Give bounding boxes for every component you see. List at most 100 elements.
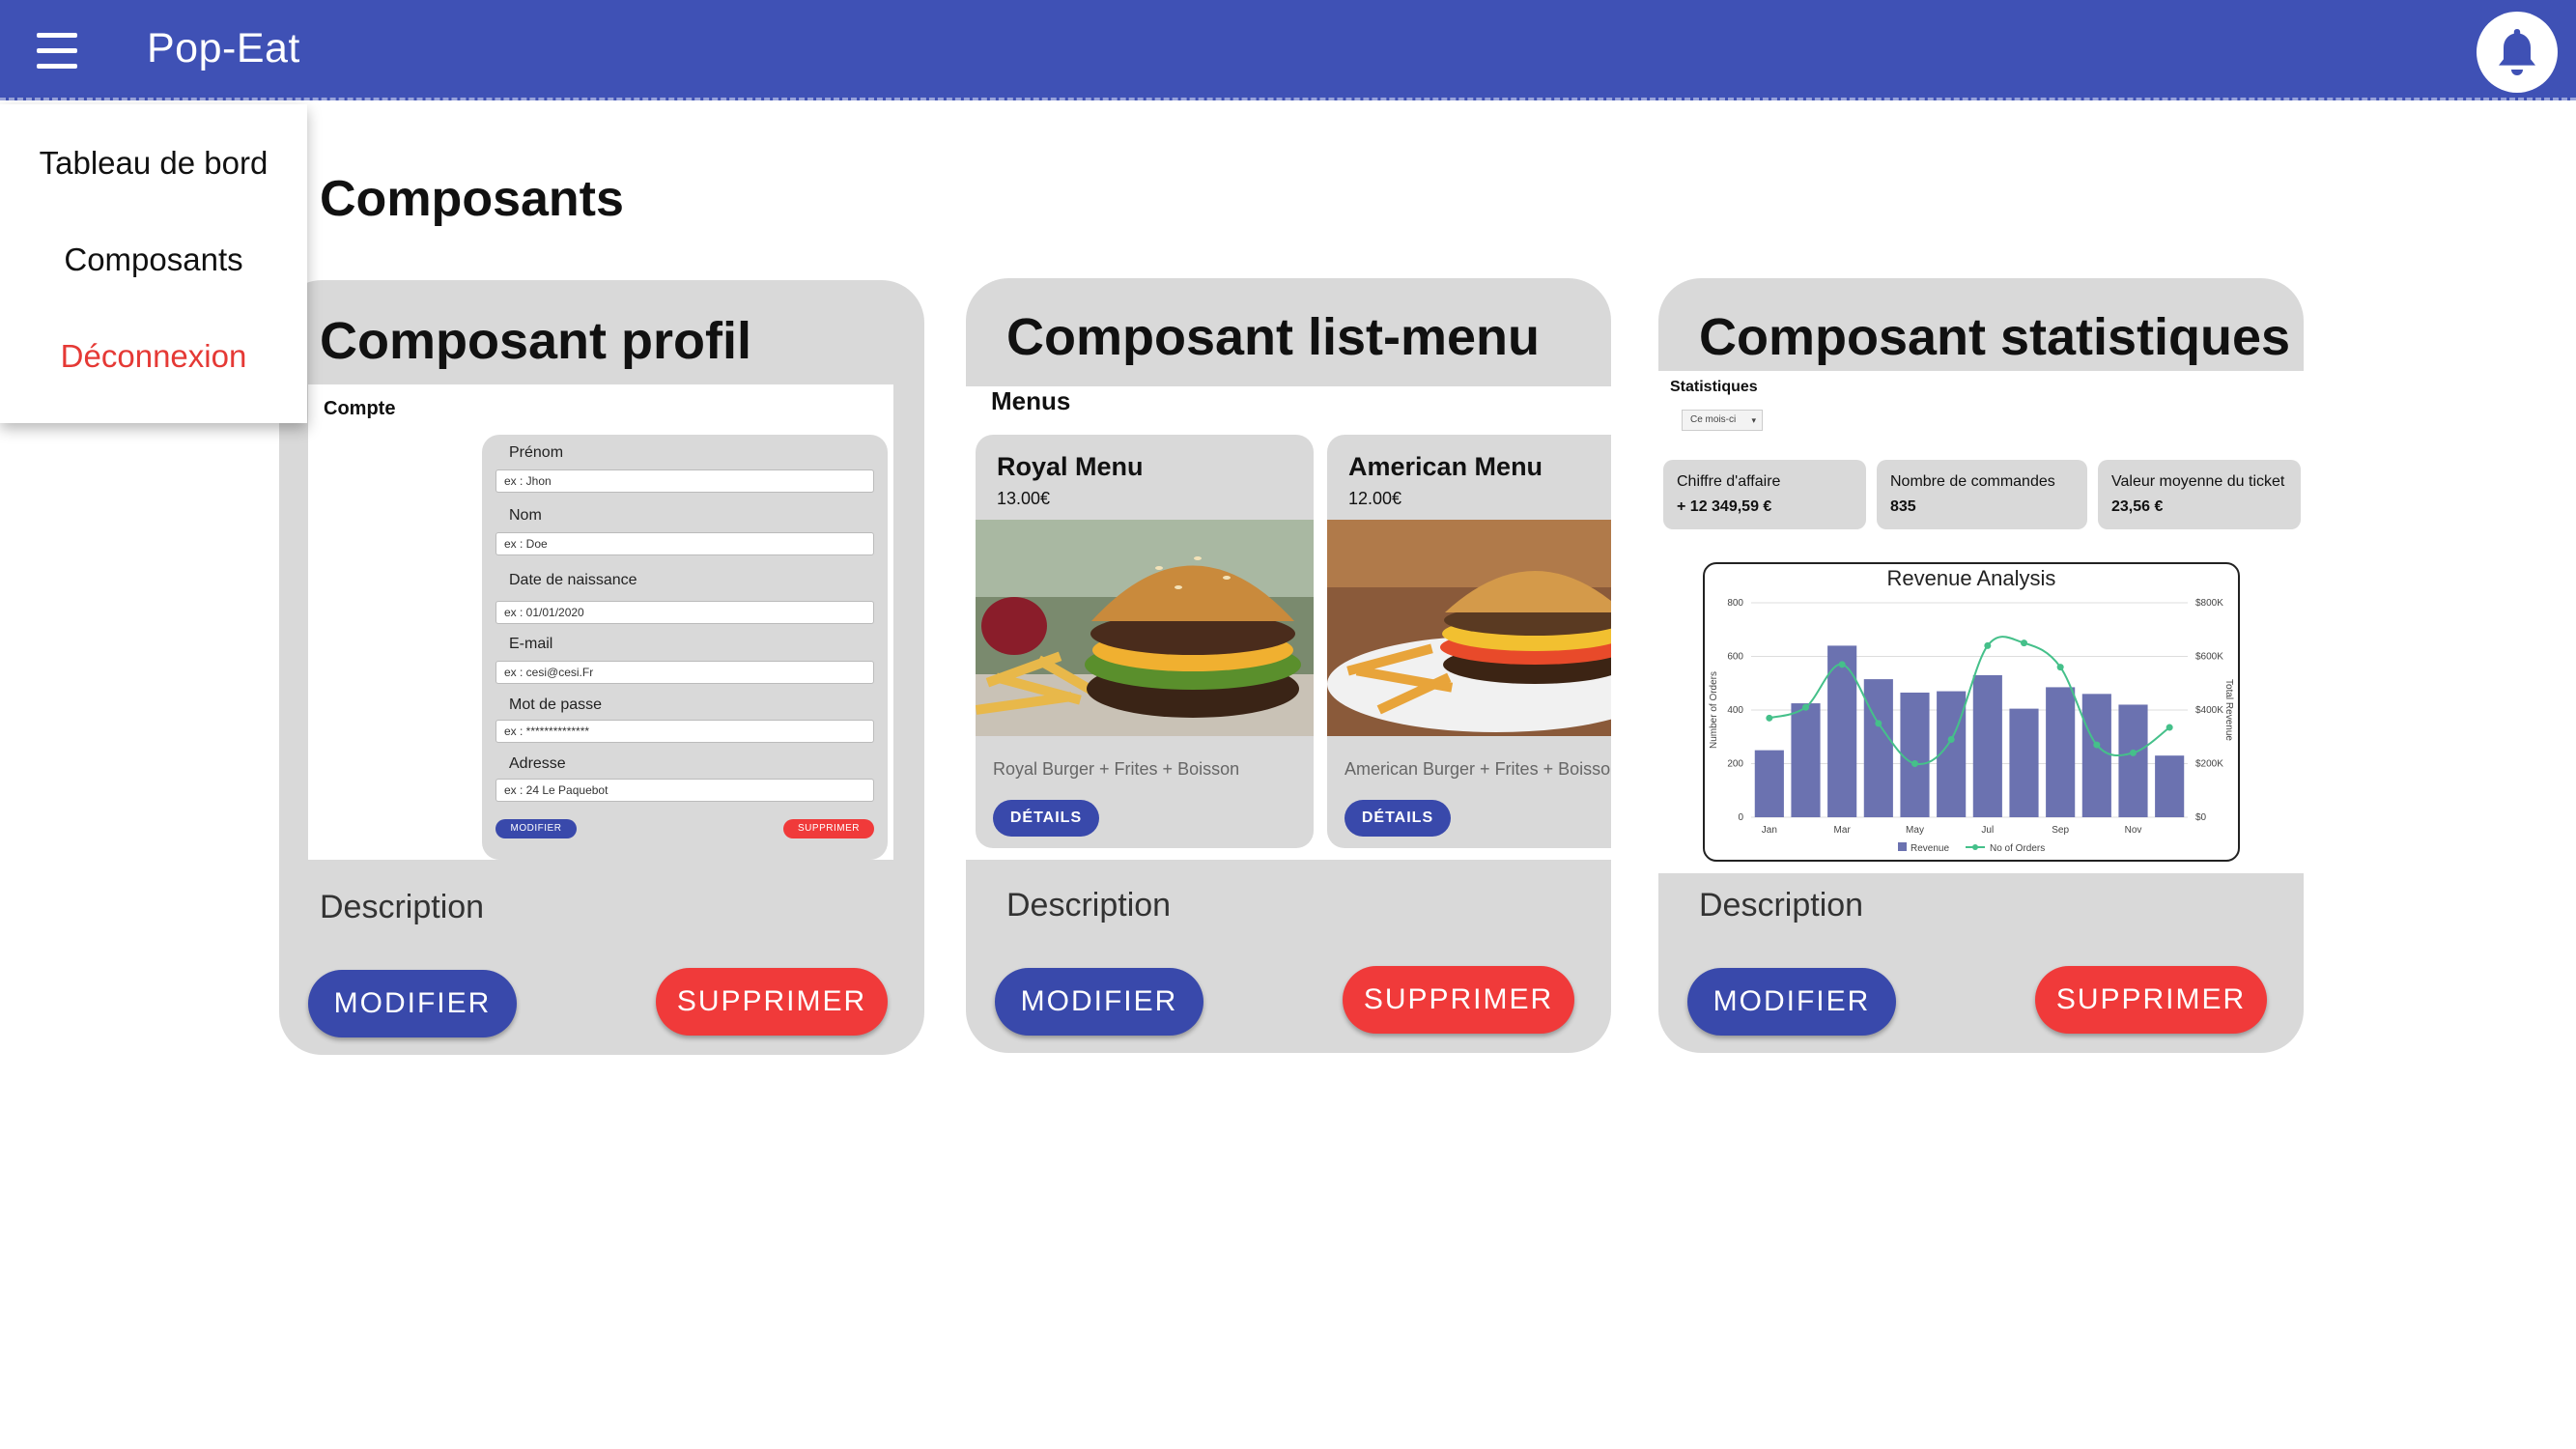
preview-heading: Menus [991, 386, 1071, 415]
menu-item-composants[interactable]: Composants [0, 242, 307, 278]
menu-item-deconnexion[interactable]: Déconnexion [0, 338, 307, 375]
profile-modify-button[interactable]: MODIFIER [495, 819, 577, 838]
y-axis-label-left: Number of Orders [1709, 671, 1719, 749]
orders-point [1875, 720, 1882, 727]
hamburger-menu-button[interactable] [37, 33, 79, 70]
period-select-value: Ce mois-ci [1690, 414, 1737, 425]
orders-point [1947, 736, 1955, 744]
legend-marker-orders [1972, 844, 1978, 850]
y-tick-label-right: $400K [2195, 705, 2223, 716]
y-tick-label-right: $0 [2195, 812, 2207, 823]
preview-heading: Statistiques [1670, 379, 1758, 395]
card-description: Description [1006, 887, 1172, 923]
modify-button[interactable]: MODIFIER [995, 968, 1203, 1036]
email-field[interactable]: ex : cesi@cesi.Fr [495, 661, 874, 684]
revenue-chart: Revenue Analysis 0 200 400 600 800 $0 $200K $400… [1703, 562, 2240, 862]
details-button[interactable]: DÉTAILS [993, 800, 1099, 837]
chevron-down-icon: ▾ [1751, 415, 1756, 425]
y-tick-label-left: 400 [1727, 705, 1743, 716]
y-tick-label-left: 600 [1727, 652, 1743, 663]
card-title: Composant profil [320, 312, 751, 370]
field-label: Nom [509, 507, 542, 524]
details-button[interactable]: DÉTAILS [1345, 800, 1451, 837]
delete-button[interactable]: SUPPRIMER [2035, 966, 2267, 1034]
notifications-button[interactable] [2477, 12, 2558, 93]
card-title: Composant list-menu [1006, 308, 1541, 366]
menu-price: 12.00€ [1348, 489, 1402, 508]
menu-name: Royal Menu [997, 452, 1144, 481]
menu-card[interactable]: Royal Menu 13.00€ Royal Burger + Frites … [976, 435, 1314, 848]
stat-value: 23,56 € [2111, 498, 2164, 515]
stat-label: Valeur moyenne du ticket [2111, 473, 2285, 490]
y-tick-label-left: 800 [1727, 598, 1743, 609]
delete-button[interactable]: SUPPRIMER [1343, 966, 1574, 1034]
birthdate-field[interactable]: ex : 01/01/2020 [495, 601, 874, 624]
list-menu-preview: Menus Royal Menu 13.00€ Royal Burger + F… [966, 386, 1611, 860]
stat-value: 835 [1890, 498, 1916, 515]
stat-orders: Nombre de commandes 835 [1877, 460, 2087, 529]
orders-point [1802, 703, 1809, 711]
revenue-bar [2081, 694, 2111, 817]
firstname-field[interactable]: ex : Jhon [495, 469, 874, 493]
orders-point [2056, 664, 2064, 671]
stat-label: Chiffre d'affaire [1677, 473, 1781, 490]
side-menu: Tableau de bord Composants Déconnexion [0, 104, 307, 423]
revenue-bar [1900, 692, 1930, 817]
legend-swatch-revenue [1898, 842, 1907, 851]
stat-revenue: Chiffre d'affaire + 12 349,59 € [1663, 460, 1866, 529]
x-tick-label: Jul [1981, 825, 1994, 836]
burger-image [976, 520, 1314, 736]
revenue-bar [1791, 703, 1821, 817]
top-app-bar: Pop-Eat [0, 0, 2576, 100]
period-select[interactable]: Ce mois-ci ▾ [1682, 410, 1763, 431]
delete-button[interactable]: SUPPRIMER [656, 968, 888, 1036]
revenue-bar [2118, 704, 2148, 817]
menu-description: Royal Burger + Frites + Boisson [993, 759, 1240, 779]
card-description: Description [320, 889, 485, 925]
field-label: Prénom [509, 444, 564, 461]
x-tick-label: Nov [2125, 825, 2142, 836]
hamburger-icon-bar [37, 48, 77, 53]
profile-form: Prénom ex : Jhon Nom ex : Doe Date de na… [482, 435, 888, 860]
y-tick-label-right: $200K [2195, 759, 2223, 770]
bell-icon [2499, 29, 2535, 75]
y-tick-label-right: $800K [2195, 598, 2223, 609]
modify-button[interactable]: MODIFIER [1687, 968, 1896, 1036]
stat-average-ticket: Valeur moyenne du ticket 23,56 € [2098, 460, 2301, 529]
preview-heading: Compte [324, 398, 396, 419]
revenue-bar [2155, 755, 2185, 817]
field-label: Date de naissance [509, 572, 637, 588]
orders-point [1766, 714, 1773, 722]
menu-name: American Menu [1348, 452, 1543, 481]
revenue-bar [2046, 687, 2076, 817]
statistics-preview: Statistiques Ce mois-ci ▾ Chiffre d'affa… [1658, 371, 2304, 873]
field-label: Mot de passe [509, 696, 603, 713]
legend-label-orders: No of Orders [1990, 843, 2045, 854]
card-title: Composant statistiques [1699, 308, 2291, 366]
password-field[interactable]: ex : ************** [495, 720, 874, 743]
lastname-field[interactable]: ex : Doe [495, 532, 874, 555]
profile-delete-button[interactable]: SUPPRIMER [783, 819, 874, 838]
x-tick-label: Mar [1834, 825, 1852, 836]
legend-label-revenue: Revenue [1911, 843, 1949, 854]
orders-point [1984, 641, 1992, 649]
orders-point [2021, 639, 2027, 647]
y-tick-label-right: $600K [2195, 652, 2223, 663]
y-tick-label-left: 0 [1738, 812, 1743, 823]
profile-preview: Compte Prénom ex : Jhon Nom ex : Doe Dat… [308, 384, 893, 860]
component-card-statistiques: Composant statistiques Statistiques Ce m… [1658, 278, 2304, 1053]
menu-description: American Burger + Frites + Boisson [1345, 759, 1611, 779]
orders-point [2166, 724, 2173, 731]
revenue-bar [1863, 679, 1893, 817]
page-title: Composants [320, 171, 624, 227]
modify-button[interactable]: MODIFIER [308, 970, 517, 1037]
address-field[interactable]: ex : 24 Le Paquebot [495, 779, 874, 802]
component-card-list-menu: Composant list-menu Menus Royal Menu 13.… [966, 278, 1611, 1053]
orders-point [2093, 741, 2101, 749]
x-tick-label: Jan [1762, 825, 1777, 836]
orders-point [2130, 749, 2137, 756]
menu-card[interactable]: American Menu 12.00€ American Burger + F… [1327, 435, 1611, 848]
hamburger-icon-bar [37, 33, 77, 38]
stat-value: + 12 349,59 € [1677, 498, 1772, 515]
menu-item-tableau-de-bord[interactable]: Tableau de bord [0, 145, 307, 182]
